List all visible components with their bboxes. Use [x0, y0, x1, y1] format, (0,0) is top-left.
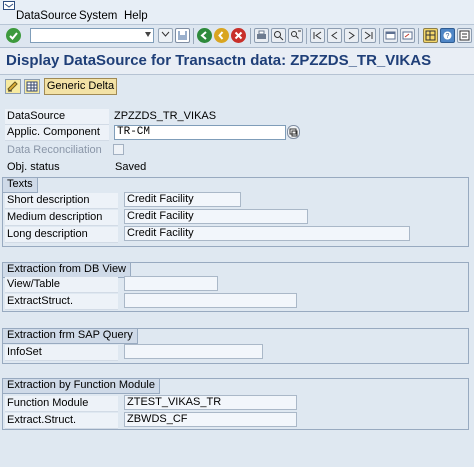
title-bar: Display DataSource for Transactn data: Z… [0, 48, 474, 75]
data-reconciliation-label: Data Reconciliation [7, 144, 102, 156]
extract-struct-fm-label: Extract.Struct. [5, 413, 118, 429]
sap-query-group-title: Extraction frm SAP Query [3, 329, 138, 344]
svg-text:?: ? [446, 33, 450, 40]
previous-page-icon[interactable] [327, 28, 342, 43]
back-icon[interactable] [197, 28, 212, 43]
menu-datasource[interactable]: DataSource [16, 10, 77, 22]
infoset-label: InfoSet [5, 345, 118, 361]
function-module-group-title: Extraction by Function Module [3, 379, 160, 394]
obj-status-label: Obj. status [7, 161, 60, 173]
shortcut-icon[interactable] [400, 28, 415, 43]
first-page-icon[interactable] [310, 28, 325, 43]
applic-component-label: Applic. Component [5, 125, 109, 141]
view-table-label: View/Table [5, 277, 118, 293]
save-icon[interactable] [175, 28, 190, 43]
standard-toolbar: ? [0, 25, 474, 48]
new-session-icon[interactable] [383, 28, 398, 43]
menu-system[interactable]: System [79, 10, 117, 22]
command-field-dropdown-icon[interactable] [145, 32, 151, 39]
help-icon[interactable]: ? [440, 28, 455, 43]
menu-help[interactable]: Help [124, 10, 148, 22]
page-title: Display DataSource for Transactn data: Z… [6, 52, 432, 69]
long-description-field[interactable]: Credit Facility [124, 226, 410, 241]
medium-description-field[interactable]: Credit Facility [124, 209, 308, 224]
extract-struct-fm-field[interactable]: ZBWDS_CF [124, 412, 297, 427]
obj-status-value: Saved [115, 161, 147, 173]
datasource-label: DataSource [5, 109, 109, 125]
long-description-label: Long description [5, 227, 118, 243]
next-page-icon[interactable] [344, 28, 359, 43]
find-icon[interactable] [271, 28, 286, 43]
db-view-group-title: Extraction from DB View [3, 263, 132, 278]
generic-delta-button[interactable]: Generic Delta [44, 78, 117, 95]
applic-component-field[interactable]: TR-CM [114, 125, 286, 140]
function-module-label: Function Module [5, 396, 118, 412]
short-description-field[interactable]: Credit Facility [124, 192, 241, 207]
cancel-icon[interactable] [231, 28, 246, 43]
data-reconciliation-checkbox[interactable] [113, 144, 124, 155]
command-field[interactable] [30, 28, 154, 43]
find-next-icon[interactable] [288, 28, 303, 43]
infoset-field[interactable] [124, 344, 263, 359]
sap-menu-icon[interactable] [3, 1, 15, 10]
exit-icon[interactable] [214, 28, 229, 43]
medium-description-label: Medium description [5, 210, 118, 226]
customize-layout-icon[interactable] [457, 28, 472, 43]
value-help-icon[interactable] [287, 125, 300, 139]
print-icon[interactable] [254, 28, 269, 43]
display-change-icon[interactable] [5, 79, 21, 94]
enter-check-icon[interactable] [6, 28, 21, 43]
extract-struct-label: ExtractStruct. [5, 294, 118, 310]
datasource-value: ZPZZDS_TR_VIKAS [114, 110, 217, 122]
layout-icon[interactable] [423, 28, 438, 43]
application-toolbar: Generic Delta [0, 75, 474, 99]
short-description-label: Short description [5, 193, 118, 209]
extract-struct-field[interactable] [124, 293, 297, 308]
view-table-field[interactable] [124, 276, 218, 291]
texts-group-title: Texts [3, 178, 38, 193]
dropdown-toggle-icon[interactable] [158, 28, 173, 43]
function-module-field[interactable]: ZTEST_VIKAS_TR [124, 395, 297, 410]
table-icon[interactable] [24, 79, 40, 94]
last-page-icon[interactable] [361, 28, 376, 43]
menu-bar: DataSource System Help [0, 0, 474, 25]
